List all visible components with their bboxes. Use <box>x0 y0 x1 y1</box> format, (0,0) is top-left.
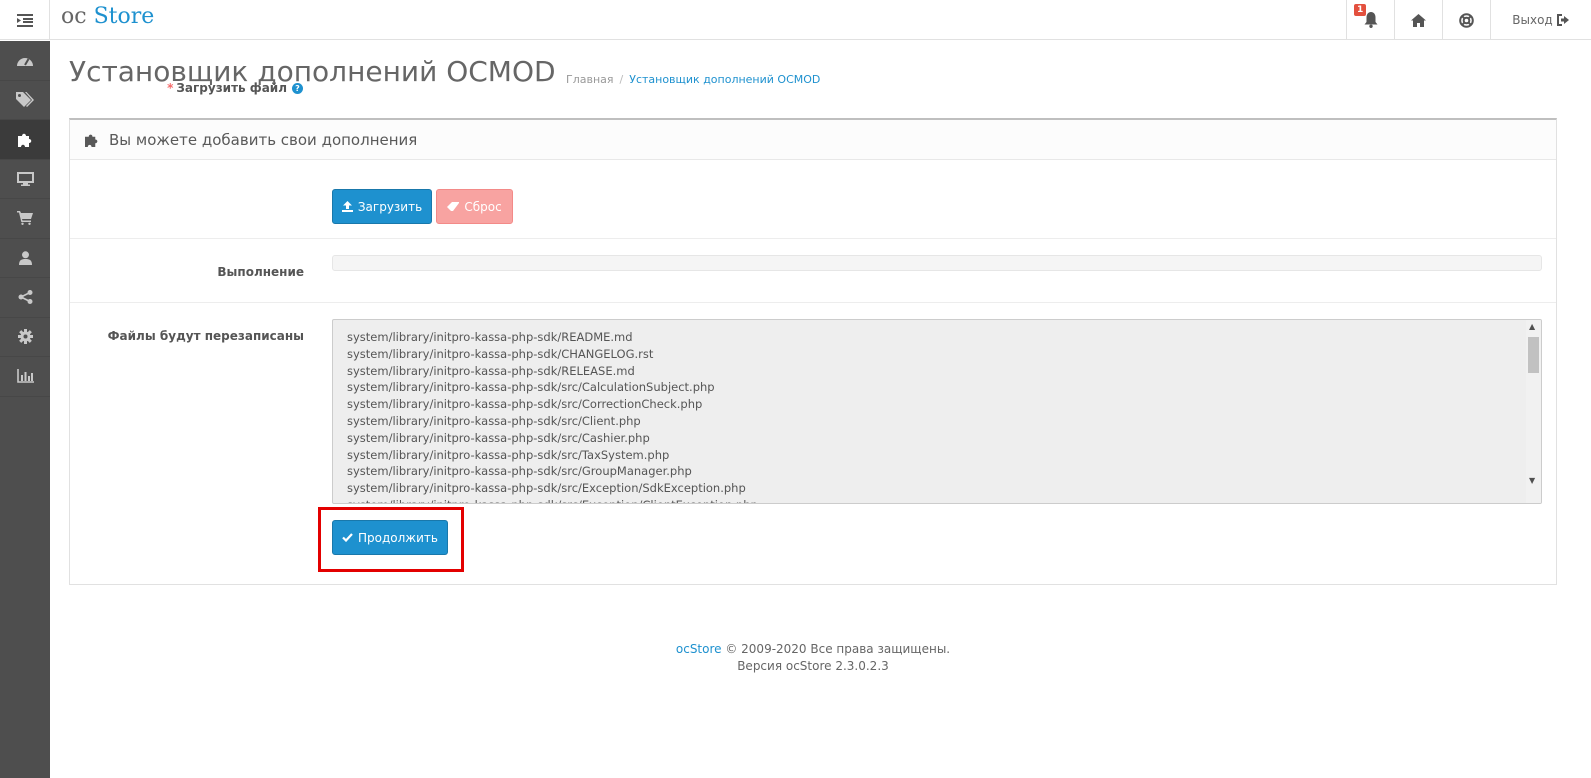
sidebar-item-design[interactable] <box>0 160 50 199</box>
file-list-item: system/library/initpro-kassa-php-sdk/src… <box>347 413 641 428</box>
question-circle-icon[interactable]: ? <box>292 82 303 94</box>
footer-brand-link[interactable]: ocStore <box>676 642 722 656</box>
file-list-item: system/library/initpro-kassa-php-sdk/src… <box>347 380 715 395</box>
logout-button[interactable]: Выход <box>1490 0 1591 40</box>
upload-button[interactable]: Загрузить <box>332 189 432 224</box>
required-marker: * <box>167 81 174 95</box>
sidebar-item-system[interactable] <box>0 318 50 357</box>
logo-prefix: oc <box>61 4 87 29</box>
sidebar-item-sales[interactable] <box>0 199 50 239</box>
logo-brand: Store <box>93 4 155 29</box>
sidebar-item-marketing[interactable] <box>0 278 50 318</box>
file-list: system/library/initpro-kassa-php-sdk/REA… <box>347 329 758 503</box>
menu-toggle-button[interactable] <box>0 0 50 40</box>
cart-icon <box>17 211 33 226</box>
breadcrumb-home[interactable]: Главная <box>566 73 614 86</box>
file-list-item: system/library/initpro-kassa-php-sdk/src… <box>347 397 703 412</box>
reset-button-label: Сброс <box>464 199 502 214</box>
footer: ocStore © 2009-2020 Все права защищены. … <box>0 641 1591 675</box>
breadcrumb-current[interactable]: Установщик дополнений OCMOD <box>629 73 820 86</box>
sidebar-item-reports[interactable] <box>0 357 50 397</box>
textarea-scrollbar[interactable]: ▲ ▼ <box>1526 320 1541 503</box>
life-ring-icon <box>1459 12 1474 28</box>
upload-label: * Загрузить файл ? <box>0 81 303 95</box>
file-list-item: system/library/initpro-kassa-php-sdk/src… <box>347 447 670 462</box>
footer-version: Версия ocStore 2.3.0.2.3 <box>737 659 889 673</box>
sidebar-item-customers[interactable] <box>0 239 50 278</box>
puzzle-icon <box>85 134 98 147</box>
desktop-icon <box>16 171 34 186</box>
file-list-item: system/library/initpro-kassa-php-sdk/REL… <box>347 363 635 378</box>
home-button[interactable] <box>1394 0 1442 40</box>
breadcrumb: Главная / Установщик дополнений OCMOD <box>566 73 820 86</box>
file-list-item: system/library/initpro-kassa-php-sdk/CHA… <box>347 346 654 361</box>
breadcrumb-separator: / <box>619 73 624 86</box>
continue-button[interactable]: Продолжить <box>332 520 448 555</box>
cog-icon <box>17 329 33 345</box>
upload-icon <box>341 201 353 212</box>
logo[interactable]: oc Store <box>61 4 154 29</box>
upload-label-text: Загрузить файл <box>176 81 287 95</box>
scroll-down-icon[interactable]: ▼ <box>1529 476 1535 485</box>
scroll-thumb[interactable] <box>1528 337 1539 373</box>
upload-button-label: Загрузить <box>357 199 423 214</box>
share-icon <box>18 290 32 305</box>
installer-panel: Вы можете добавить свои дополнения * Загр… <box>69 81 1557 585</box>
sidebar-item-extensions[interactable] <box>0 120 50 160</box>
check-icon <box>342 533 353 542</box>
file-list-item: system/library/initpro-kassa-php-sdk/src… <box>347 464 692 479</box>
scroll-up-icon[interactable]: ▲ <box>1529 322 1535 331</box>
notification-badge: 1 <box>1354 4 1367 16</box>
sidebar-item-dashboard[interactable] <box>0 41 50 81</box>
progress-label: Выполнение <box>217 265 304 279</box>
user-icon <box>18 251 32 265</box>
progress-bar <box>332 255 1542 271</box>
continue-button-label: Продолжить <box>358 530 438 545</box>
files-label: Файлы будут перезаписаны <box>107 329 304 343</box>
menu-toggle-icon <box>16 13 33 27</box>
upload-row: * Загрузить файл ? <box>70 81 1556 239</box>
eraser-icon <box>447 202 460 211</box>
help-button[interactable] <box>1442 0 1490 40</box>
reset-button[interactable]: Сброс <box>436 189 513 224</box>
sign-out-icon <box>1556 14 1569 26</box>
dashboard-icon <box>17 57 33 66</box>
file-list-item: system/library/initpro-kassa-php-sdk/src… <box>347 430 650 445</box>
file-list-item: system/library/initpro-kassa-php-sdk/src… <box>347 497 758 503</box>
home-icon <box>1411 13 1426 27</box>
footer-copyright: © 2009-2020 Все права защищены. <box>721 642 951 656</box>
puzzle-icon <box>17 133 31 147</box>
top-header: oc Store 1 Выход <box>0 0 1591 40</box>
logout-label: Выход <box>1512 13 1553 27</box>
file-list-item: system/library/initpro-kassa-php-sdk/src… <box>347 481 746 496</box>
file-list-item: system/library/initpro-kassa-php-sdk/REA… <box>347 330 633 344</box>
overwrite-files-textarea[interactable]: system/library/initpro-kassa-php-sdk/REA… <box>332 319 1542 504</box>
panel-title: Вы можете добавить свои дополнения <box>109 130 418 149</box>
bar-chart-icon <box>16 369 34 384</box>
panel-heading: Вы можете добавить свои дополнения <box>70 120 1556 160</box>
